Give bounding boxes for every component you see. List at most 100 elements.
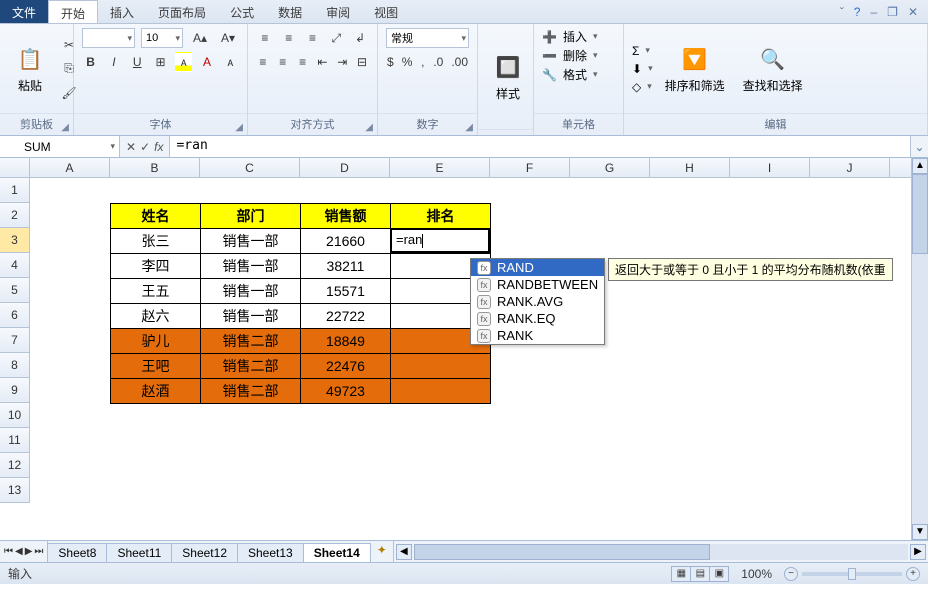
table-cell[interactable]: 张三 — [111, 229, 201, 254]
col-header-C[interactable]: C — [200, 158, 300, 177]
editing-cell[interactable]: =ran — [390, 228, 490, 253]
table-cell[interactable]: 22476 — [301, 354, 391, 379]
horizontal-scrollbar[interactable]: ◀ ▶ — [393, 541, 928, 562]
enter-formula-icon[interactable]: ✓ — [140, 140, 150, 154]
autocomplete-item[interactable]: fxRANK — [471, 327, 604, 344]
minimize-icon[interactable]: – — [870, 5, 877, 19]
col-header-A[interactable]: A — [30, 158, 110, 177]
insert-button[interactable]: ➕插入▾ — [542, 28, 615, 45]
tab-page-layout[interactable]: 页面布局 — [146, 0, 218, 23]
fill-button[interactable]: ⬇▾ — [632, 62, 653, 76]
launcher-icon[interactable]: ◢ — [235, 122, 243, 133]
table-header[interactable]: 姓名 — [111, 204, 201, 229]
zoom-level[interactable]: 100% — [741, 567, 772, 581]
help-icon[interactable]: ? — [854, 5, 861, 19]
table-cell[interactable]: 王吧 — [111, 354, 201, 379]
format-button[interactable]: 🔧格式▾ — [542, 66, 615, 83]
currency-icon[interactable]: $ — [386, 52, 395, 72]
align-center-icon[interactable]: ≡ — [276, 52, 290, 72]
number-format-combo[interactable]: 常规▾ — [386, 28, 469, 48]
table-cell[interactable]: 销售一部 — [201, 229, 301, 254]
tab-first-icon[interactable]: ⏮ — [4, 546, 13, 557]
tab-next-icon[interactable]: ▶ — [25, 546, 33, 557]
table-cell[interactable]: 21660 — [301, 229, 391, 254]
row-header-5[interactable]: 5 — [0, 278, 30, 303]
tab-formulas[interactable]: 公式 — [218, 0, 266, 23]
indent-dec-icon[interactable]: ⇤ — [315, 52, 329, 72]
tab-file[interactable]: 文件 — [0, 0, 48, 23]
col-header-E[interactable]: E — [390, 158, 490, 177]
wrap-text-icon[interactable]: ↲ — [351, 28, 369, 48]
table-cell[interactable]: 18849 — [301, 329, 391, 354]
fill-color-button[interactable]: ᴀ — [175, 52, 192, 72]
phonetic-button[interactable]: ᴀ — [222, 52, 239, 72]
align-top-icon[interactable]: ≡ — [256, 28, 274, 48]
font-color-button[interactable]: A — [198, 52, 215, 72]
scroll-down-icon[interactable]: ▼ — [912, 524, 928, 540]
table-cell[interactable]: 销售一部 — [201, 254, 301, 279]
indent-inc-icon[interactable]: ⇥ — [335, 52, 349, 72]
align-middle-icon[interactable]: ≡ — [280, 28, 298, 48]
tab-insert[interactable]: 插入 — [98, 0, 146, 23]
shrink-font-icon[interactable]: A▾ — [217, 28, 239, 48]
percent-icon[interactable]: % — [401, 52, 414, 72]
autocomplete-item[interactable]: fxRANDBETWEEN — [471, 276, 604, 293]
styles-button[interactable]: 🔲 样式 — [486, 49, 530, 104]
border-button[interactable]: ⊞ — [152, 52, 169, 72]
clear-button[interactable]: ◇▾ — [632, 80, 653, 94]
sheet-tab[interactable]: Sheet11 — [106, 543, 172, 562]
cancel-formula-icon[interactable]: ✕ — [126, 140, 136, 154]
row-header-6[interactable]: 6 — [0, 303, 30, 328]
align-left-icon[interactable]: ≡ — [256, 52, 270, 72]
tab-home[interactable]: 开始 — [48, 0, 98, 23]
row-header-12[interactable]: 12 — [0, 453, 30, 478]
zoom-in-icon[interactable]: + — [906, 567, 920, 581]
restore-icon[interactable]: ❐ — [887, 5, 898, 19]
table-cell[interactable]: 赵酒 — [111, 379, 201, 404]
row-header-9[interactable]: 9 — [0, 378, 30, 403]
ribbon-min-icon[interactable]: ˇ — [840, 5, 844, 19]
scroll-up-icon[interactable]: ▲ — [912, 158, 928, 174]
row-header-10[interactable]: 10 — [0, 403, 30, 428]
merge-icon[interactable]: ⊟ — [355, 52, 369, 72]
sort-filter-button[interactable]: 🔽 排序和筛选 — [659, 41, 731, 96]
table-cell[interactable]: 王五 — [111, 279, 201, 304]
view-normal-icon[interactable]: ▦ — [671, 566, 691, 582]
autocomplete-item[interactable]: fxRAND — [471, 259, 604, 276]
view-page-break-icon[interactable]: ▣ — [709, 566, 729, 582]
zoom-slider[interactable]: − + — [784, 567, 920, 581]
tab-review[interactable]: 审阅 — [314, 0, 362, 23]
underline-button[interactable]: U — [129, 52, 146, 72]
launcher-icon[interactable]: ◢ — [465, 122, 473, 133]
table-cell[interactable]: 15571 — [301, 279, 391, 304]
orientation-icon[interactable]: ⤢ — [327, 28, 345, 48]
autocomplete-item[interactable]: fxRANK.EQ — [471, 310, 604, 327]
col-header-D[interactable]: D — [300, 158, 390, 177]
row-header-1[interactable]: 1 — [0, 178, 30, 203]
font-name-combo[interactable]: ▾ — [82, 28, 135, 48]
sheet-tab[interactable]: Sheet8 — [47, 543, 107, 562]
zoom-out-icon[interactable]: − — [784, 567, 798, 581]
scroll-left-icon[interactable]: ◀ — [396, 544, 412, 560]
table-cell[interactable]: 销售二部 — [201, 329, 301, 354]
table-cell[interactable]: 38211 — [301, 254, 391, 279]
table-cell[interactable]: 李四 — [111, 254, 201, 279]
tab-last-icon[interactable]: ⏭ — [34, 546, 43, 557]
delete-button[interactable]: ➖删除▾ — [542, 47, 615, 64]
row-header-3[interactable]: 3 — [0, 228, 30, 253]
table-cell[interactable]: 销售一部 — [201, 279, 301, 304]
name-box[interactable]: SUM▾ — [0, 136, 120, 157]
paste-button[interactable]: 📋 粘贴 — [8, 41, 52, 96]
row-header-2[interactable]: 2 — [0, 203, 30, 228]
launcher-icon[interactable]: ◢ — [365, 122, 373, 133]
autocomplete-item[interactable]: fxRANK.AVG — [471, 293, 604, 310]
row-header-8[interactable]: 8 — [0, 353, 30, 378]
fx-icon[interactable]: fx — [154, 140, 163, 154]
tab-data[interactable]: 数据 — [266, 0, 314, 23]
comma-icon[interactable]: , — [419, 52, 426, 72]
select-all-corner[interactable] — [0, 158, 30, 177]
expand-formula-icon[interactable]: ⌄ — [910, 136, 928, 157]
table-cell[interactable]: 销售二部 — [201, 379, 301, 404]
autosum-button[interactable]: Σ▾ — [632, 44, 653, 58]
table-cell[interactable]: 驴儿 — [111, 329, 201, 354]
